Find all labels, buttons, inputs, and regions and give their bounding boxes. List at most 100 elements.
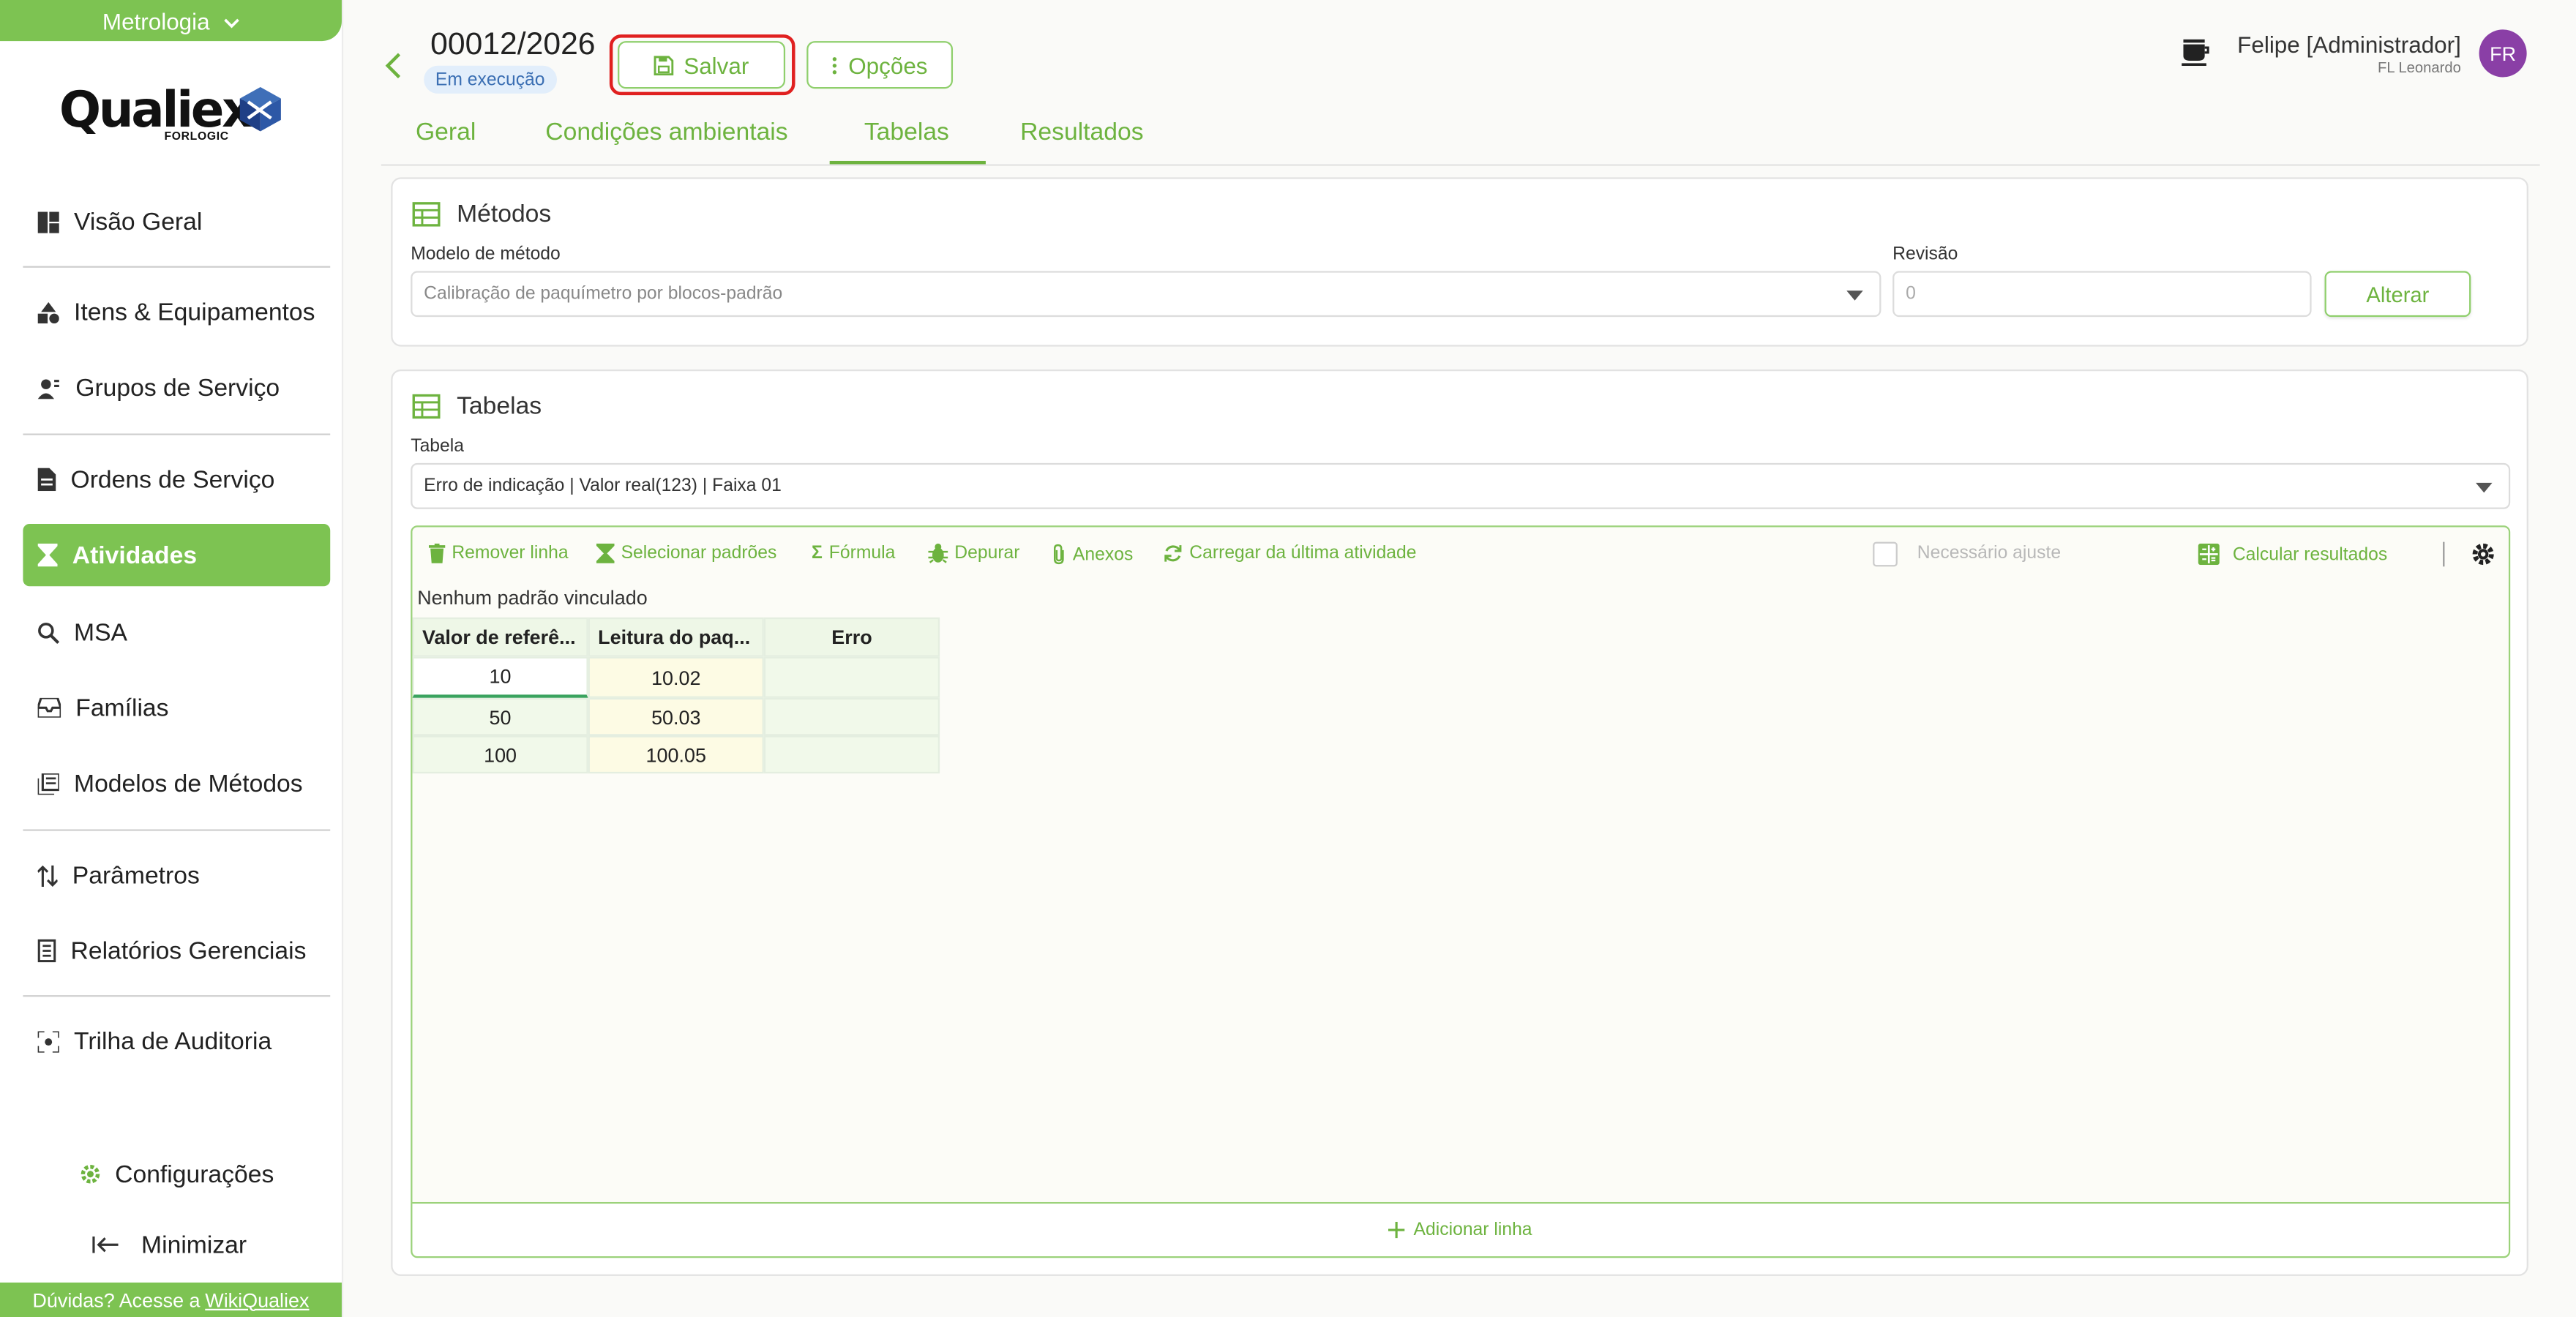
paperclip-icon: [1053, 544, 1064, 565]
trash-icon: [428, 543, 446, 563]
tab-condicoes-ambientais[interactable]: Condições ambientais: [545, 119, 787, 146]
calculator-icon: [2198, 543, 2220, 566]
sidebar-item-ordens-servico[interactable]: Ordens de Serviço: [23, 449, 330, 511]
sidebar: Metrologia Qualiex FORLOGIC Visão Geral …: [0, 0, 344, 1317]
tab-tabelas[interactable]: Tabelas: [864, 119, 949, 146]
wiki-link[interactable]: WikiQualiex: [205, 1288, 309, 1311]
formula-button[interactable]: Σ Fórmula: [812, 544, 895, 563]
table-cell[interactable]: [763, 697, 940, 736]
plus-icon: [1388, 1221, 1406, 1239]
back-button[interactable]: [381, 49, 404, 90]
sidebar-item-relatorios[interactable]: Relatórios Gerenciais: [23, 920, 330, 982]
sidebar-item-atividades[interactable]: Atividades: [23, 523, 331, 587]
revision-label: Revisão: [1892, 244, 1958, 265]
sidebar-item-msa[interactable]: MSA: [23, 601, 330, 663]
magnify-chart-icon: [38, 621, 59, 643]
sidebar-item-label: Itens & Equipamentos: [74, 298, 315, 326]
sidebar-item-itens-equipamentos[interactable]: Itens & Equipamentos: [23, 281, 330, 343]
tables-header: Tabelas: [412, 392, 542, 421]
table-cell[interactable]: 100.05: [588, 735, 764, 774]
remove-row-button[interactable]: Remover linha: [428, 543, 569, 563]
revision-input[interactable]: 0: [1892, 271, 2312, 318]
sidebar-item-modelos-metodos[interactable]: Modelos de Métodos: [23, 752, 330, 814]
coffee-icon[interactable]: [2180, 38, 2209, 76]
gear-icon: [2472, 543, 2494, 566]
sort-arrows-icon: [37, 864, 58, 886]
help-bar: Dúvidas? Acesse a WikiQualiex: [0, 1282, 342, 1317]
column-header[interactable]: Erro: [763, 617, 940, 657]
sidebar-item-label: Visão Geral: [74, 207, 203, 236]
sigma-icon: Σ: [811, 543, 823, 563]
table-select[interactable]: Erro de indicação | Valor real(123) | Fa…: [411, 462, 2511, 509]
tray-icon: [37, 697, 61, 718]
active-tab-indicator: [829, 160, 986, 165]
more-vertical-icon: [833, 56, 837, 74]
activity-code: 00012/2026: [430, 28, 596, 63]
collapse-left-icon: [92, 1237, 119, 1253]
formula-label: Fórmula: [828, 543, 896, 563]
sidebar-item-grupos-servico[interactable]: Grupos de Serviço: [23, 356, 330, 419]
table-cell[interactable]: [763, 735, 940, 774]
column-header[interactable]: Valor de referê...: [412, 617, 588, 657]
method-model-value: Calibração de paquímetro por blocos-padr…: [424, 284, 783, 304]
sidebar-item-trilha-auditoria[interactable]: Trilha de Auditoria: [23, 1010, 330, 1072]
table-settings-button[interactable]: [2471, 542, 2496, 567]
table-icon: [412, 394, 441, 419]
status-badge: Em execução: [424, 65, 557, 94]
table-cell[interactable]: [763, 656, 940, 698]
select-standards-button[interactable]: Selecionar padrões: [596, 543, 776, 563]
debug-label: Depurar: [954, 543, 1020, 563]
tab-geral[interactable]: Geral: [416, 119, 476, 146]
minimize-button[interactable]: Minimizar: [92, 1225, 247, 1264]
options-button[interactable]: Opções: [806, 41, 954, 89]
chevron-left-icon: [385, 53, 401, 79]
scan-icon: [37, 1030, 59, 1052]
sidebar-item-visao-geral[interactable]: Visão Geral: [23, 190, 330, 252]
hourglass-icon: [37, 543, 58, 567]
attachments-button[interactable]: Anexos: [1052, 544, 1134, 565]
divider: [23, 829, 331, 831]
tables-title: Tabelas: [457, 392, 542, 421]
help-text: Dúvidas? Acesse a: [32, 1288, 201, 1312]
tab-resultados[interactable]: Resultados: [1020, 119, 1143, 146]
debug-button[interactable]: Depurar: [928, 543, 1020, 563]
adjust-required-checkbox[interactable]: [1873, 541, 1898, 567]
table-editor: Remover linha Selecionar padrões Σ Fórmu…: [411, 525, 2511, 1258]
sidebar-item-label: Ordens de Serviço: [70, 465, 275, 494]
table-cell[interactable]: 50: [412, 697, 588, 736]
load-last-activity-button[interactable]: Carregar da última atividade: [1163, 544, 1417, 563]
methods-title: Métodos: [457, 200, 552, 228]
method-model-select[interactable]: Calibração de paquímetro por blocos-padr…: [411, 271, 1882, 318]
avatar[interactable]: FR: [2479, 29, 2527, 78]
toolbar-divider: [2443, 541, 2445, 567]
sidebar-item-parametros[interactable]: Parâmetros: [23, 844, 330, 907]
table-icon: [412, 202, 441, 227]
column-header[interactable]: Leitura do paq...: [588, 617, 764, 657]
revision-placeholder: 0: [1906, 284, 1916, 304]
logo-sub: FORLOGIC: [164, 131, 229, 143]
methods-card: Métodos Modelo de método Calibração de p…: [391, 177, 2528, 347]
save-button[interactable]: Salvar: [618, 41, 786, 89]
module-selector[interactable]: Metrologia: [0, 0, 342, 42]
logo: Qualiex FORLOGIC: [59, 82, 289, 148]
table-cell[interactable]: 100: [412, 735, 588, 774]
settings-label: Configurações: [115, 1160, 274, 1188]
sidebar-item-familias[interactable]: Famílias: [23, 677, 330, 739]
add-row-button[interactable]: Adicionar linha: [412, 1201, 2509, 1256]
change-button[interactable]: Alterar: [2324, 271, 2471, 318]
user-company: FL Leonardo: [2378, 59, 2461, 76]
calc-results-button[interactable]: Calcular resultados: [2198, 543, 2387, 566]
settings-link[interactable]: Configurações: [79, 1155, 274, 1194]
minimize-label: Minimizar: [141, 1231, 247, 1259]
attachments-label: Anexos: [1072, 544, 1134, 564]
user-info[interactable]: Felipe [Administrador] FL Leonardo: [2237, 31, 2461, 76]
table-cell[interactable]: 10: [412, 656, 588, 698]
add-row-label: Adicionar linha: [1413, 1220, 1532, 1240]
table-cell[interactable]: 50.03: [588, 697, 764, 736]
sidebar-item-label: Relatórios Gerenciais: [70, 937, 307, 965]
table-cell[interactable]: 10.02: [588, 656, 764, 698]
module-label: Metrologia: [102, 7, 210, 34]
library-icon: [37, 772, 59, 795]
table-label: Tabela: [411, 437, 465, 457]
document-icon: [37, 468, 56, 492]
